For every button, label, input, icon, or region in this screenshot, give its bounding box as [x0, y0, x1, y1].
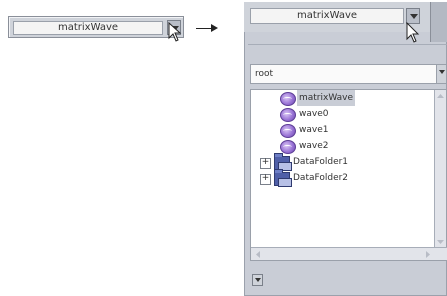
scroll-left-icon[interactable]: [254, 250, 262, 259]
tree-item-DataFolder2[interactable]: + DataFolder2: [251, 169, 431, 187]
expanded-wave-popup[interactable]: matrixWave: [244, 2, 430, 32]
right-arrow-icon: [196, 28, 212, 29]
tree-item-label: wave2: [299, 141, 329, 151]
arrow-cursor-icon: [168, 22, 182, 42]
wave-icon: [280, 124, 296, 138]
data-folder-select[interactable]: root: [250, 64, 447, 84]
panel-options-button[interactable]: [252, 274, 263, 286]
wave-icon: [280, 140, 296, 154]
chevron-down-icon[interactable]: [436, 65, 446, 83]
scroll-up-icon[interactable]: [436, 92, 445, 100]
panel-divider: [248, 44, 447, 45]
data-folder-select-value: root: [255, 69, 274, 79]
data-folder-icon: [274, 169, 292, 187]
scroll-right-icon[interactable]: [424, 250, 432, 259]
scroll-down-icon[interactable]: [436, 238, 445, 246]
panel-right-edge: [430, 2, 447, 42]
tree-item-DataFolder1[interactable]: + DataFolder1: [251, 153, 431, 171]
expanded-popup-value: matrixWave: [250, 8, 404, 24]
tree-item-wave2[interactable]: wave2: [251, 138, 431, 154]
tree-item-label: matrixWave: [297, 90, 356, 106]
tree-item-label: wave1: [299, 125, 329, 135]
collapsed-wave-popup[interactable]: matrixWave: [8, 16, 184, 38]
tree-item-label: wave0: [299, 109, 329, 119]
tree-item-label: DataFolder1: [293, 157, 349, 167]
collapsed-popup-value: matrixWave: [13, 21, 163, 35]
wave-tree-list[interactable]: matrixWave wave0 wave1 wave2 + DataFolde…: [250, 89, 447, 261]
tree-item-matrixWave[interactable]: matrixWave: [251, 90, 431, 106]
expand-plus-icon[interactable]: +: [260, 174, 271, 185]
right-arrow-head: [211, 24, 218, 32]
arrow-cursor-icon-expanded: [406, 22, 420, 43]
tree-item-wave0[interactable]: wave0: [251, 106, 431, 122]
tree-vertical-scrollbar[interactable]: [434, 90, 446, 248]
wave-icon: [280, 92, 296, 106]
expand-plus-icon[interactable]: +: [260, 158, 271, 169]
tree-item-wave1[interactable]: wave1: [251, 122, 431, 138]
data-folder-icon: [274, 153, 292, 171]
wave-icon: [280, 108, 296, 122]
tree-item-label: DataFolder2: [293, 173, 349, 183]
tree-horizontal-scrollbar[interactable]: [251, 247, 447, 260]
